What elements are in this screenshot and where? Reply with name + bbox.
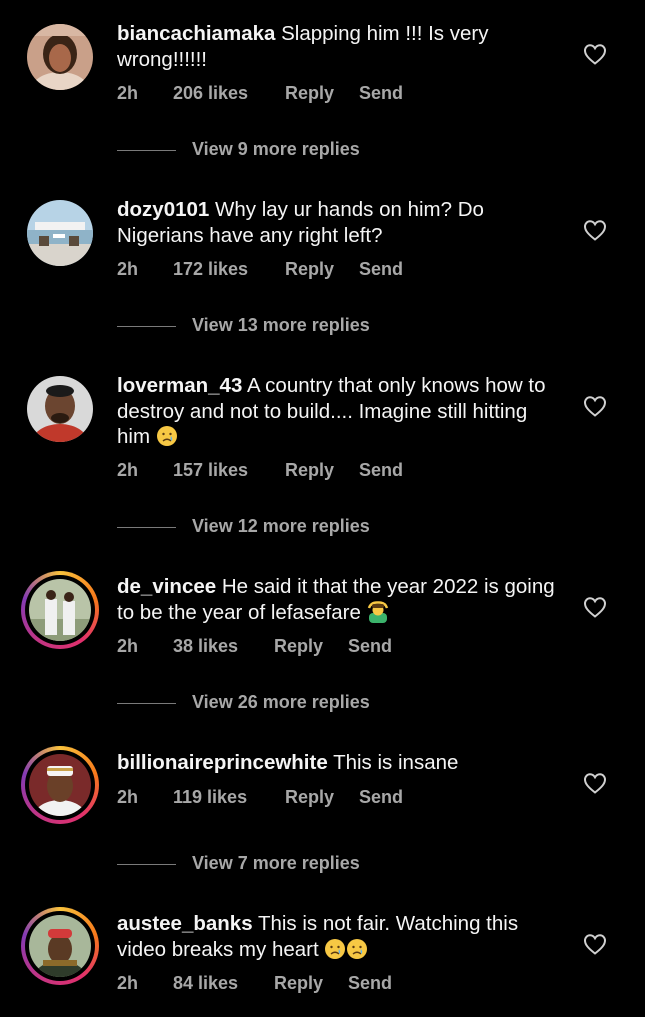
replies-divider [117, 527, 176, 528]
avatar[interactable] [27, 24, 93, 90]
comment-likes[interactable]: 84 likes [173, 973, 238, 994]
comment-likes[interactable]: 157 likes [173, 460, 248, 481]
reply-button[interactable]: Reply [274, 973, 323, 994]
comment-time: 2h [117, 83, 139, 103]
comment-username[interactable]: dozy0101 [117, 198, 209, 221]
avatar-photo [29, 579, 91, 641]
like-heart-icon[interactable] [583, 395, 607, 417]
comment-time: 2h [117, 259, 139, 279]
reply-button[interactable]: Reply [285, 83, 334, 104]
avatar-photo-icon [29, 915, 91, 977]
avatar-photo-icon [27, 200, 93, 266]
like-heart-icon[interactable] [583, 596, 607, 618]
avatar[interactable] [21, 907, 99, 985]
like-heart-icon[interactable] [583, 772, 607, 794]
avatar-photo-icon [27, 376, 93, 442]
story-ring-gap [25, 750, 95, 820]
avatar[interactable] [27, 200, 93, 266]
avatar-photo [29, 754, 91, 816]
comment-username[interactable]: de_vincee [117, 575, 216, 598]
view-replies-label[interactable]: View 13 more replies [192, 315, 370, 336]
comment-username[interactable]: billionaireprincewhite [117, 751, 328, 774]
like-heart-icon[interactable] [583, 43, 607, 65]
comment-text: de_vincee He said it that the year 2022 … [117, 574, 557, 625]
comment-text: loverman_43 A country that only knows ho… [117, 373, 557, 450]
person-gesturing-ok-icon [367, 600, 389, 623]
crying-face-icon [346, 938, 368, 960]
replies-divider [117, 864, 176, 865]
view-replies-label[interactable]: View 12 more replies [192, 516, 370, 537]
reply-button[interactable]: Reply [285, 787, 334, 808]
comment-time: 2h [117, 460, 139, 480]
avatar-photo-icon [29, 754, 91, 816]
send-button[interactable]: Send [359, 787, 403, 808]
avatar-photo-icon [27, 24, 93, 90]
comment-time: 2h [117, 973, 139, 993]
comment-likes[interactable]: 119 likes [173, 787, 247, 808]
comment-text: billionaireprincewhite This is insane [117, 750, 557, 776]
comment-body: This is insane [333, 751, 459, 774]
comment-time: 2h [117, 636, 139, 656]
avatar[interactable] [21, 746, 99, 824]
replies-divider [117, 703, 176, 704]
comment-text: austee_banks This is not fair. Watching … [117, 911, 557, 962]
send-button[interactable]: Send [348, 636, 392, 657]
avatar[interactable] [21, 571, 99, 649]
view-replies-label[interactable]: View 26 more replies [192, 692, 370, 713]
comment-text: biancachiamaka Slapping him !!! Is very … [117, 21, 557, 72]
send-button[interactable]: Send [348, 973, 392, 994]
crying-face-icon [156, 425, 178, 447]
comment-time: 2h [117, 787, 139, 807]
send-button[interactable]: Send [359, 259, 403, 280]
reply-button[interactable]: Reply [285, 259, 334, 280]
avatar-photo [29, 915, 91, 977]
comment-likes[interactable]: 206 likes [173, 83, 248, 104]
send-button[interactable]: Send [359, 83, 403, 104]
reply-button[interactable]: Reply [285, 460, 334, 481]
comment-text: dozy0101 Why lay ur hands on him? Do Nig… [117, 197, 557, 248]
view-replies-label[interactable]: View 9 more replies [192, 139, 360, 160]
avatar-photo-icon [29, 579, 91, 641]
send-button[interactable]: Send [359, 460, 403, 481]
comment-likes[interactable]: 38 likes [173, 636, 238, 657]
comment-username[interactable]: austee_banks [117, 912, 253, 935]
comment-likes[interactable]: 172 likes [173, 259, 248, 280]
story-ring-gap [25, 575, 95, 645]
comment-username[interactable]: biancachiamaka [117, 22, 275, 45]
comment-username[interactable]: loverman_43 [117, 374, 242, 397]
story-ring-gap [25, 911, 95, 981]
avatar[interactable] [27, 376, 93, 442]
reply-button[interactable]: Reply [274, 636, 323, 657]
like-heart-icon[interactable] [583, 933, 607, 955]
crying-face-icon [324, 938, 346, 960]
replies-divider [117, 326, 176, 327]
replies-divider [117, 150, 176, 151]
like-heart-icon[interactable] [583, 219, 607, 241]
view-replies-label[interactable]: View 7 more replies [192, 853, 360, 874]
